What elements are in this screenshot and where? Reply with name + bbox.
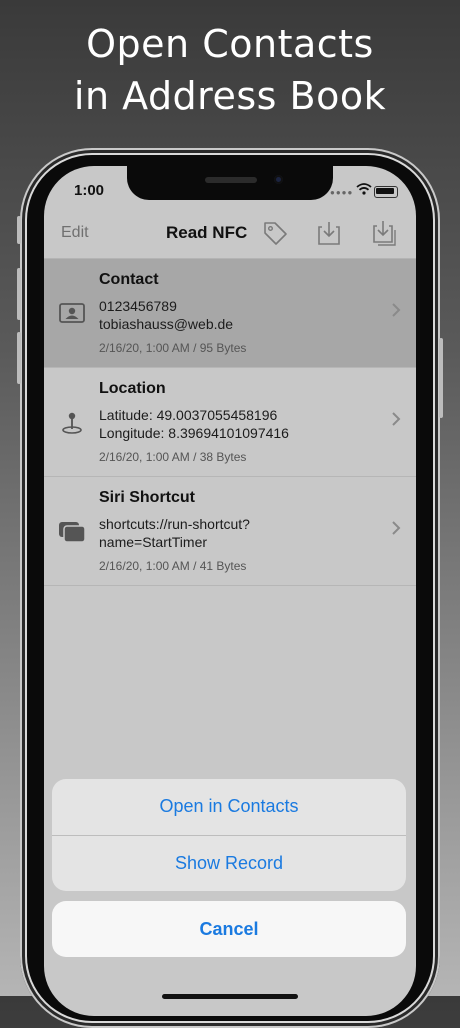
import-multiple-icon[interactable]: [368, 218, 398, 248]
mute-switch: [17, 216, 21, 244]
record-line-1: shortcuts://run-shortcut?: [99, 516, 250, 532]
chevron-right-icon: [392, 412, 401, 426]
signal-dots-icon: ●●●●: [330, 188, 354, 197]
battery-icon: [374, 186, 398, 198]
action-sheet: Open in Contacts Show Record: [52, 779, 406, 891]
chevron-right-icon: [392, 303, 401, 317]
record-title: Contact: [99, 271, 159, 288]
wifi-icon: [356, 183, 372, 195]
power-button: [439, 338, 443, 418]
map-pin-icon: [62, 412, 82, 434]
record-row-location[interactable]: Location Latitude: 49.0037055458196 Long…: [44, 368, 416, 477]
record-meta: 2/16/20, 1:00 AM / 41 Bytes: [99, 559, 247, 573]
speaker-grille: [205, 177, 257, 183]
record-meta: 2/16/20, 1:00 AM / 38 Bytes: [99, 450, 247, 464]
status-time: 1:00: [74, 182, 105, 199]
record-line-1: Latitude: 49.0037055458196: [99, 407, 278, 423]
record-row-contact[interactable]: Contact 0123456789 tobiashauss@web.de 2/…: [44, 259, 416, 368]
headline: Open Contacts in Address Book: [0, 18, 460, 122]
home-indicator[interactable]: [162, 994, 298, 999]
shortcut-icon: [59, 522, 86, 543]
volume-down-button: [17, 332, 21, 384]
record-line-2: Longitude: 8.39694101097416: [99, 425, 289, 441]
page-title: Read NFC: [166, 223, 248, 242]
front-camera: [274, 175, 283, 184]
navigation-bar: Edit Read NFC: [44, 210, 416, 259]
record-line-2: name=StartTimer: [99, 534, 208, 550]
record-meta: 2/16/20, 1:00 AM / 95 Bytes: [99, 341, 247, 355]
volume-up-button: [17, 268, 21, 320]
record-row-siri-shortcut[interactable]: Siri Shortcut shortcuts://run-shortcut? …: [44, 477, 416, 586]
chevron-right-icon: [392, 521, 401, 535]
open-in-contacts-button[interactable]: Open in Contacts: [52, 779, 406, 834]
show-record-button[interactable]: Show Record: [52, 836, 406, 891]
tag-icon[interactable]: [260, 218, 290, 248]
record-line-1: 0123456789: [99, 298, 177, 314]
contact-card-icon: [59, 303, 85, 323]
screen: 1:00 ●●●● Edit Read NFC Contact 01234567…: [44, 166, 416, 1016]
cancel-button[interactable]: Cancel: [52, 901, 406, 957]
record-line-2: tobiashauss@web.de: [99, 316, 234, 332]
notch: [127, 166, 333, 200]
download-icon[interactable]: [314, 218, 344, 248]
headline-line-2: in Address Book: [73, 74, 387, 118]
record-title: Location: [99, 380, 166, 397]
phone-frame: 1:00 ●●●● Edit Read NFC Contact 01234567…: [17, 148, 443, 1028]
edit-button[interactable]: Edit: [61, 224, 89, 242]
headline-line-1: Open Contacts: [86, 22, 374, 66]
record-title: Siri Shortcut: [99, 489, 196, 506]
